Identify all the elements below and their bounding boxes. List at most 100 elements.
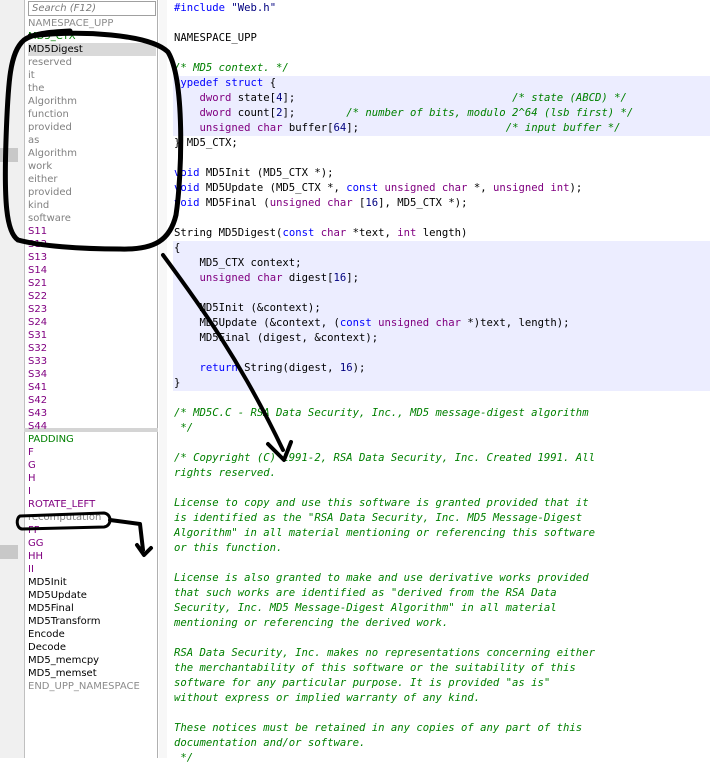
nav-symbol-item[interactable]: H bbox=[28, 472, 156, 485]
code-line: or this function. bbox=[174, 541, 282, 556]
code-token: state[ bbox=[231, 92, 277, 104]
nav-symbol-item[interactable]: PADDING bbox=[28, 433, 156, 446]
nav-symbol-item[interactable]: I bbox=[28, 485, 156, 498]
code-token: struct bbox=[225, 77, 264, 89]
nav-symbol-item[interactable]: II bbox=[28, 563, 156, 576]
nav-symbol-item[interactable]: MD5_memcpy bbox=[28, 654, 156, 667]
nav-symbol-item[interactable]: GG bbox=[28, 537, 156, 550]
code-line: is identified as the "RSA Data Security,… bbox=[174, 511, 582, 526]
nav-symbol-item[interactable]: Algorithm bbox=[28, 147, 156, 160]
nav-symbol-item[interactable]: S43 bbox=[28, 407, 156, 420]
code-token: MD5Init (&context); bbox=[174, 302, 321, 314]
nav-symbol-item[interactable]: the bbox=[28, 82, 156, 95]
code-token: int bbox=[397, 227, 417, 239]
nav-symbol-item[interactable]: MD5Update bbox=[28, 589, 156, 602]
nav-symbol-item[interactable]: S41 bbox=[28, 381, 156, 394]
nav-symbol-item[interactable]: MD5_CTX bbox=[28, 30, 156, 43]
code-token: unsigned bbox=[492, 182, 544, 194]
code-token: "Web.h" bbox=[231, 2, 277, 14]
code-token: } bbox=[174, 377, 181, 389]
code-token: MD5Update (&context, ( bbox=[174, 317, 340, 329]
nav-symbol-item[interactable]: S33 bbox=[28, 355, 156, 368]
code-token: 16 bbox=[365, 197, 379, 209]
code-token: String(digest, bbox=[237, 362, 340, 374]
nav-symbol-item[interactable]: S12 bbox=[28, 238, 156, 251]
code-line: void MD5Init (MD5_CTX *); bbox=[174, 166, 333, 181]
code-line: /* Copyright (C) 1991-2, RSA Data Securi… bbox=[174, 451, 595, 466]
nav-symbol-item[interactable]: MD5Digest bbox=[28, 43, 156, 56]
nav-symbol-item[interactable]: MD5Init bbox=[28, 576, 156, 589]
code-token: } MD5_CTX; bbox=[174, 137, 238, 149]
code-line: typedef struct { bbox=[174, 76, 276, 91]
nav-symbol-item[interactable]: S24 bbox=[28, 316, 156, 329]
code-token: Algorithm" in all material mentioning or… bbox=[174, 527, 595, 539]
nav-symbol-item[interactable]: it bbox=[28, 69, 156, 82]
nav-symbol-item[interactable]: S11 bbox=[28, 225, 156, 238]
code-token: /* input buffer */ bbox=[505, 122, 621, 134]
code-line: rights reserved. bbox=[174, 466, 276, 481]
code-token: dword bbox=[199, 92, 232, 104]
code-editor[interactable]: #include "Web.h" NAMESPACE_UPP /* MD5 cont… bbox=[167, 0, 710, 764]
code-token: length) bbox=[416, 227, 468, 239]
nav-symbol-item[interactable]: Algorithm bbox=[28, 95, 156, 108]
code-line: that such works are identified as "deriv… bbox=[174, 586, 557, 601]
nav-symbol-item[interactable]: MD5Final bbox=[28, 602, 156, 615]
code-token: rights reserved. bbox=[174, 467, 277, 479]
nav-symbol-item[interactable]: S32 bbox=[28, 342, 156, 355]
nav-symbol-item[interactable]: S22 bbox=[28, 290, 156, 303]
nav-symbol-item[interactable]: S14 bbox=[28, 264, 156, 277]
nav-symbol-item[interactable]: S21 bbox=[28, 277, 156, 290]
nav-symbol-item[interactable]: FF bbox=[28, 524, 156, 537]
nav-symbol-item[interactable]: MD5Transform bbox=[28, 615, 156, 628]
nav-symbol-item[interactable]: F bbox=[28, 446, 156, 459]
nav-symbol-item[interactable]: S23 bbox=[28, 303, 156, 316]
code-line: the merchantability of this software or … bbox=[174, 661, 576, 676]
code-token: *)text, length); bbox=[461, 317, 570, 329]
code-token: /* number of bits, modulo 2^64 (lsb firs… bbox=[346, 107, 634, 119]
nav-symbol-item[interactable]: function bbox=[28, 108, 156, 121]
code-token: ]; bbox=[346, 122, 506, 134]
code-token: 16 bbox=[339, 362, 353, 374]
nav-symbol-item[interactable]: S31 bbox=[28, 329, 156, 342]
nav-symbol-item[interactable]: S34 bbox=[28, 368, 156, 381]
code-token: unsigned bbox=[199, 272, 251, 284]
nav-symbol-item[interactable]: S42 bbox=[28, 394, 156, 407]
nav-symbol-item[interactable]: recomputation bbox=[28, 511, 156, 524]
code-token: 16 bbox=[333, 272, 347, 284]
code-token: { bbox=[263, 77, 277, 89]
nav-symbol-item[interactable]: NAMESPACE_UPP bbox=[28, 17, 156, 30]
nav-symbol-item[interactable]: ROTATE_LEFT bbox=[28, 498, 156, 511]
editor-margin bbox=[159, 0, 167, 758]
code-token: documentation and/or software. bbox=[174, 737, 366, 749]
code-token: void bbox=[174, 167, 200, 179]
code-token: MD5Final ( bbox=[199, 197, 270, 209]
nav-symbol-item[interactable]: either bbox=[28, 173, 156, 186]
nav-symbol-item[interactable]: kind bbox=[28, 199, 156, 212]
nav-symbol-item[interactable]: provided bbox=[28, 186, 156, 199]
nav-symbol-item[interactable]: provided bbox=[28, 121, 156, 134]
nav-symbol-item[interactable]: S13 bbox=[28, 251, 156, 264]
nav-symbol-item[interactable]: HH bbox=[28, 550, 156, 563]
code-token: These notices must be retained in any co… bbox=[174, 722, 583, 734]
code-line: documentation and/or software. bbox=[174, 736, 365, 751]
nav-symbol-item[interactable]: G bbox=[28, 459, 156, 472]
nav-symbol-item[interactable]: software bbox=[28, 212, 156, 225]
code-line: dword state[4]; /* state (ABCD) */ bbox=[174, 91, 627, 106]
nav-symbol-item[interactable]: as bbox=[28, 134, 156, 147]
nav-symbol-item[interactable]: Decode bbox=[28, 641, 156, 654]
navigator-search-input[interactable]: Search (F12) bbox=[28, 1, 156, 16]
nav-symbol-item[interactable]: S44 bbox=[28, 420, 156, 433]
code-token: const bbox=[346, 182, 379, 194]
code-token: MD5Final (digest, &context); bbox=[174, 332, 379, 344]
code-line: */ bbox=[174, 751, 193, 766]
nav-symbol-item[interactable]: work bbox=[28, 160, 156, 173]
code-token: the merchantability of this software or … bbox=[174, 662, 576, 674]
code-token: RSA Data Security, Inc. makes no represe… bbox=[174, 647, 595, 659]
code-token: Security, Inc. MD5 Message-Digest Algori… bbox=[174, 602, 557, 614]
nav-symbol-item[interactable]: reserved bbox=[28, 56, 156, 69]
nav-symbol-item[interactable]: Encode bbox=[28, 628, 156, 641]
nav-symbol-item[interactable]: END_UPP_NAMESPACE bbox=[28, 680, 156, 693]
nav-symbol-item[interactable]: MD5_memset bbox=[28, 667, 156, 680]
